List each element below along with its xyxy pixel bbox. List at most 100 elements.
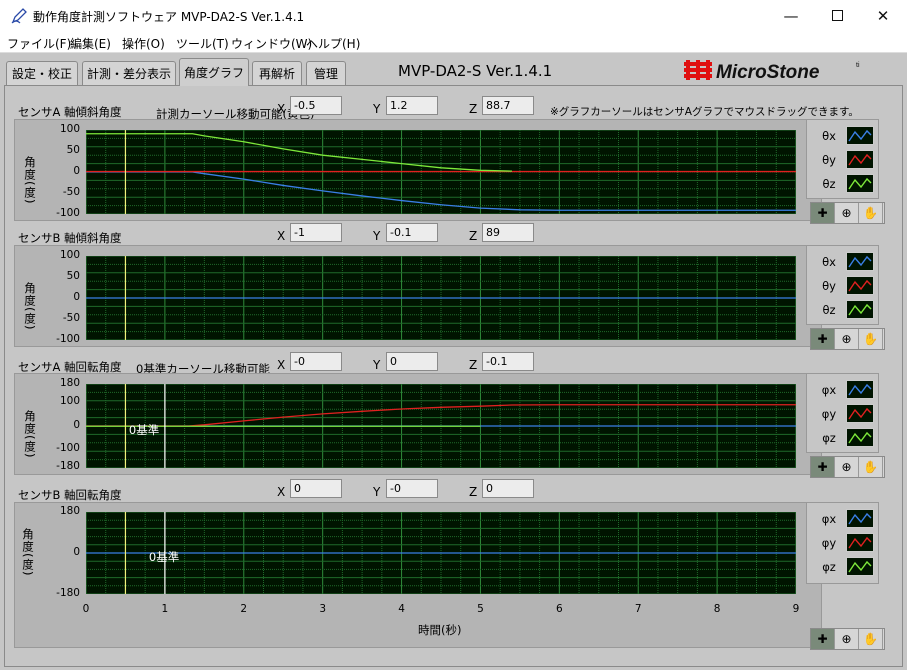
legend-swatch[interactable] (846, 252, 874, 271)
legend-swatch[interactable] (846, 150, 874, 169)
y-axis-label: 角度(度) (23, 156, 37, 205)
plot-area[interactable] (86, 256, 796, 340)
x-tick-label: 8 (713, 603, 721, 615)
plot-area[interactable]: 0基準 (86, 512, 796, 594)
y-tick-label: -180 (56, 587, 80, 599)
pan-hand-icon[interactable]: ✋ (859, 629, 883, 649)
coord-label-z: Z (469, 358, 478, 372)
legend-label: φz (822, 560, 836, 574)
cursor-move-icon[interactable]: ✚ (811, 203, 835, 223)
coord-value-x: 0 (290, 479, 342, 498)
coord-label-x: X (277, 485, 286, 499)
cursor-move-icon[interactable]: ✚ (811, 629, 835, 649)
legend-label: θy (822, 279, 836, 293)
graph-tool-palette: ✚ ⊕ ✋ (810, 456, 885, 478)
zoom-icon[interactable]: ⊕ (835, 457, 859, 477)
y-tick-label: 50 (66, 270, 80, 282)
cursor-move-icon[interactable]: ✚ (811, 457, 835, 477)
maximize-button[interactable] (814, 0, 860, 31)
pan-hand-icon[interactable]: ✋ (859, 457, 883, 477)
coord-label-z: Z (469, 485, 478, 499)
x-tick-label: 9 (792, 603, 800, 615)
zoom-icon[interactable]: ⊕ (835, 329, 859, 349)
legend-swatch[interactable] (846, 126, 874, 145)
legend-swatch[interactable] (846, 428, 874, 447)
version-label: MVP-DA2-S Ver.1.4.1 (398, 62, 553, 80)
legend-swatch[interactable] (846, 557, 874, 576)
legend-swatch[interactable] (846, 300, 874, 319)
coord-value-y: -0.1 (386, 223, 438, 242)
legend-item: φz (807, 555, 880, 579)
legend-label: φy (821, 407, 837, 421)
legend-swatch[interactable] (846, 380, 874, 399)
pan-hand-icon[interactable]: ✋ (859, 329, 883, 349)
coord-value-x: -1 (290, 223, 342, 242)
series-line-θz (86, 133, 513, 172)
graph-tool-palette: ✚ ⊕ ✋ (810, 202, 885, 224)
legend-swatch[interactable] (846, 533, 874, 552)
x-tick-label: 6 (555, 603, 563, 615)
x-tick-label: 7 (634, 603, 642, 615)
zoom-icon[interactable]: ⊕ (835, 203, 859, 223)
x-tick-label: 5 (477, 603, 484, 615)
tab-settings[interactable]: 設定・校正 (6, 61, 78, 85)
minimize-button[interactable]: — (768, 0, 814, 31)
legend-swatch[interactable] (846, 509, 874, 528)
coord-label-y: Y (373, 229, 381, 243)
coord-label-z: Z (469, 102, 478, 116)
x-axis-title: 時間(秒) (418, 623, 462, 637)
pan-hand-icon[interactable]: ✋ (859, 203, 883, 223)
y-tick-label: 100 (59, 395, 80, 407)
legend-swatch[interactable] (846, 174, 874, 193)
menu-window[interactable]: ウィンドウ(W) (231, 35, 312, 52)
x-tick-label: 4 (398, 603, 405, 615)
zoom-icon[interactable]: ⊕ (835, 629, 859, 649)
coord-label-y: Y (373, 358, 381, 372)
microstone-logo: MicroStone ti (684, 60, 860, 83)
cursor-move-icon[interactable]: ✚ (811, 329, 835, 349)
menu-operation[interactable]: 操作(O) (122, 35, 165, 52)
legend-label: φx (821, 383, 837, 397)
minimize-icon: — (783, 6, 799, 25)
coord-value-z: 88.7 (482, 96, 534, 115)
tab-management[interactable]: 管理 (306, 61, 346, 85)
tab-reanalysis[interactable]: 再解析 (252, 61, 302, 85)
coord-label-x: X (277, 102, 286, 116)
legend-swatch[interactable] (846, 404, 874, 423)
legend-swatch[interactable] (846, 276, 874, 295)
title-bar: 動作角度計測ソフトウェア MVP-DA2-S Ver.1.4.1 — ✕ (0, 0, 907, 31)
menu-edit[interactable]: 編集(E) (70, 35, 111, 52)
legend-label: θx (822, 255, 836, 269)
plot-area[interactable] (86, 130, 796, 214)
legend-item: φx (807, 507, 880, 531)
x-tick-label: 0 (82, 603, 90, 615)
plot-area[interactable]: 0基準 (86, 384, 796, 468)
x-tick-label: 1 (161, 603, 169, 615)
y-tick-label: 0 (73, 165, 80, 177)
menu-tools[interactable]: ツール(T) (176, 35, 229, 52)
coord-value-x: -0.5 (290, 96, 342, 115)
maximize-icon (831, 10, 843, 21)
base-label: 0基準 (149, 550, 179, 564)
tab-measure[interactable]: 計測・差分表示 (82, 61, 176, 85)
chart-legend: φx φy φz (806, 502, 879, 584)
legend-item: φx (807, 378, 880, 402)
y-tick-label: -50 (62, 312, 80, 324)
coord-value-y: -0 (386, 479, 438, 498)
legend-item: φy (807, 402, 880, 426)
chart-legend: θx θy θz (806, 245, 879, 325)
coord-label-x: X (277, 229, 286, 243)
menu-help[interactable]: ヘルプ(H) (306, 35, 360, 52)
y-tick-label: -180 (56, 460, 80, 472)
menu-file[interactable]: ファイル(F) (7, 35, 71, 52)
legend-label: θz (822, 303, 836, 317)
coord-label-y: Y (373, 102, 381, 116)
x-tick-label: 2 (240, 603, 248, 615)
legend-item: θx (807, 124, 880, 148)
legend-item: θy (807, 148, 880, 172)
y-tick-label: -100 (56, 333, 80, 345)
y-tick-label: 0 (73, 546, 80, 558)
y-axis-label: 角度(度) (23, 410, 37, 459)
close-button[interactable]: ✕ (860, 0, 906, 31)
tab-angle-graph[interactable]: 角度グラフ (179, 58, 249, 86)
